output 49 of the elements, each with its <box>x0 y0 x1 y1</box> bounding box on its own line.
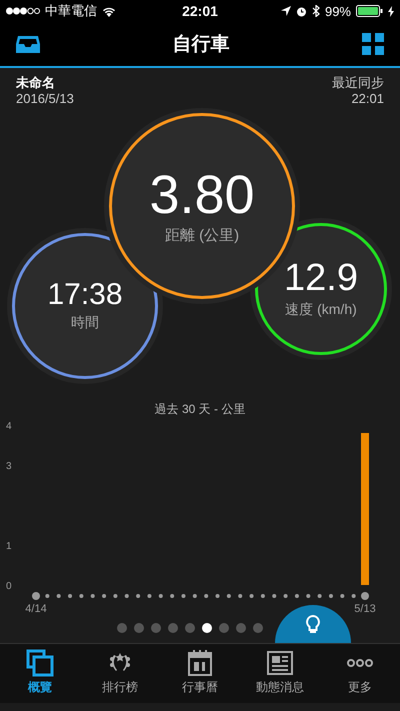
carrier-name: 中華電信 <box>45 2 97 20</box>
y-tick-label: 4 <box>6 421 12 432</box>
tab-item[interactable]: 排行榜 <box>80 644 160 703</box>
chart-caption: 過去 30 天 - 公里 <box>154 401 246 417</box>
screen-title: 自行車 <box>172 33 230 57</box>
page-dot[interactable] <box>151 623 161 633</box>
windows-icon <box>26 649 54 677</box>
charging-icon <box>388 6 394 16</box>
y-tick-label: 1 <box>6 541 12 552</box>
alarm-icon <box>296 6 307 16</box>
x-tick-label: 5/13 <box>354 603 376 613</box>
inbox-icon[interactable] <box>16 34 40 54</box>
calendar-icon <box>186 649 214 677</box>
metric-label: 距離 (公里) <box>164 226 240 244</box>
page-dot[interactable] <box>253 623 263 633</box>
y-tick-label: 0 <box>6 581 12 592</box>
status-time: 22:01 <box>182 3 218 19</box>
page-dot[interactable] <box>185 623 195 633</box>
tab-item[interactable]: 更多 <box>320 644 400 703</box>
wifi-icon <box>102 6 116 16</box>
page-dot[interactable] <box>236 623 246 633</box>
page-dot[interactable] <box>202 623 212 633</box>
newspaper-icon <box>266 649 294 677</box>
grid-icon[interactable] <box>362 33 384 55</box>
device-name: 未命名 <box>16 75 56 91</box>
battery-icon <box>356 5 383 17</box>
tab-item[interactable]: 動態消息 <box>240 644 320 703</box>
metric-value: 12.9 <box>284 259 358 297</box>
metric-value: 17:38 <box>47 280 123 310</box>
metric-value: 3.80 <box>149 168 255 222</box>
bluetooth-icon <box>312 5 320 17</box>
lightbulb-icon <box>306 615 320 635</box>
tab-item[interactable]: 行事曆 <box>160 644 240 703</box>
device-date: 2016/5/13 <box>16 91 74 107</box>
tab-item[interactable]: 概覽 <box>0 644 80 703</box>
x-tick-label: 4/14 <box>25 603 47 613</box>
y-tick-label: 3 <box>6 461 12 472</box>
metric-label: 速度 (km/h) <box>285 301 357 319</box>
page-dot[interactable] <box>219 623 229 633</box>
battery-percent: 99% <box>324 4 351 18</box>
page-dot[interactable] <box>117 623 127 633</box>
sync-label: 最近同步 <box>332 75 384 91</box>
sync-time: 22:01 <box>350 91 384 107</box>
signal-icon <box>6 7 40 15</box>
page-dot[interactable] <box>168 623 178 633</box>
more-icon <box>347 659 373 667</box>
location-icon <box>280 6 291 16</box>
metric-label: 時間 <box>71 314 99 332</box>
page-dot[interactable] <box>134 623 144 633</box>
